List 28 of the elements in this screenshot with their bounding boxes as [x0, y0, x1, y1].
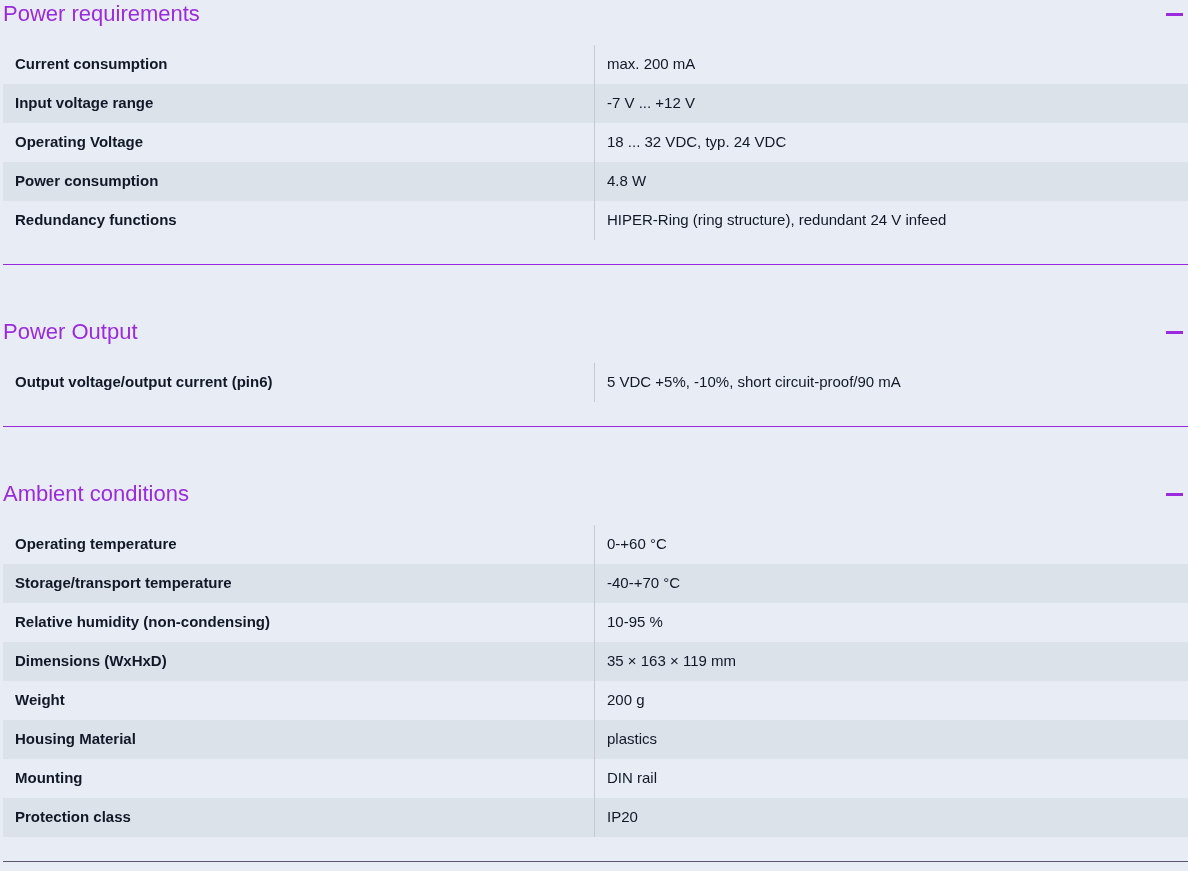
spec-value: -40-+70 °C — [594, 564, 1188, 603]
section-title: Power Output — [3, 318, 138, 346]
spec-label: Relative humidity (non-condensing) — [14, 612, 271, 633]
spec-value: 5 VDC +5%, -10%, short circuit-proof/90 mA — [594, 363, 1188, 402]
spec-label: Weight — [14, 690, 66, 711]
spec-label: Protection class — [14, 807, 132, 828]
section-title: Power requirements — [3, 0, 200, 28]
spec-label: Power consumption — [14, 171, 160, 192]
minus-icon — [1165, 492, 1183, 496]
spec-label: Operating temperature — [14, 534, 178, 555]
spec-label: Storage/transport temperature — [14, 573, 233, 594]
spec-value: 35 × 163 × 119 mm — [594, 642, 1188, 681]
spec-label: Output voltage/output current (pin6) — [14, 372, 274, 393]
spec-label: Dimensions (WxHxD) — [14, 651, 168, 672]
spec-label: Operating Voltage — [14, 132, 145, 153]
spec-label: Housing Material — [14, 729, 137, 750]
spec-value: -7 V ... +12 V — [594, 84, 1188, 123]
minus-icon — [1165, 12, 1183, 16]
spec-value: IP20 — [594, 798, 1188, 837]
spec-value: HIPER-Ring (ring structure), redundant 24 V infeed — [594, 201, 1188, 240]
spec-label: Mounting — [14, 768, 84, 789]
section-title: Ambient conditions — [3, 480, 189, 508]
spec-label: Input voltage range — [14, 93, 155, 114]
spec-value: 4.8 W — [594, 162, 1188, 201]
minus-icon — [1165, 330, 1183, 334]
spec-value: plastics — [594, 720, 1188, 759]
spec-label: Current consumption — [14, 54, 169, 75]
spec-label: Redundancy functions — [14, 210, 178, 231]
